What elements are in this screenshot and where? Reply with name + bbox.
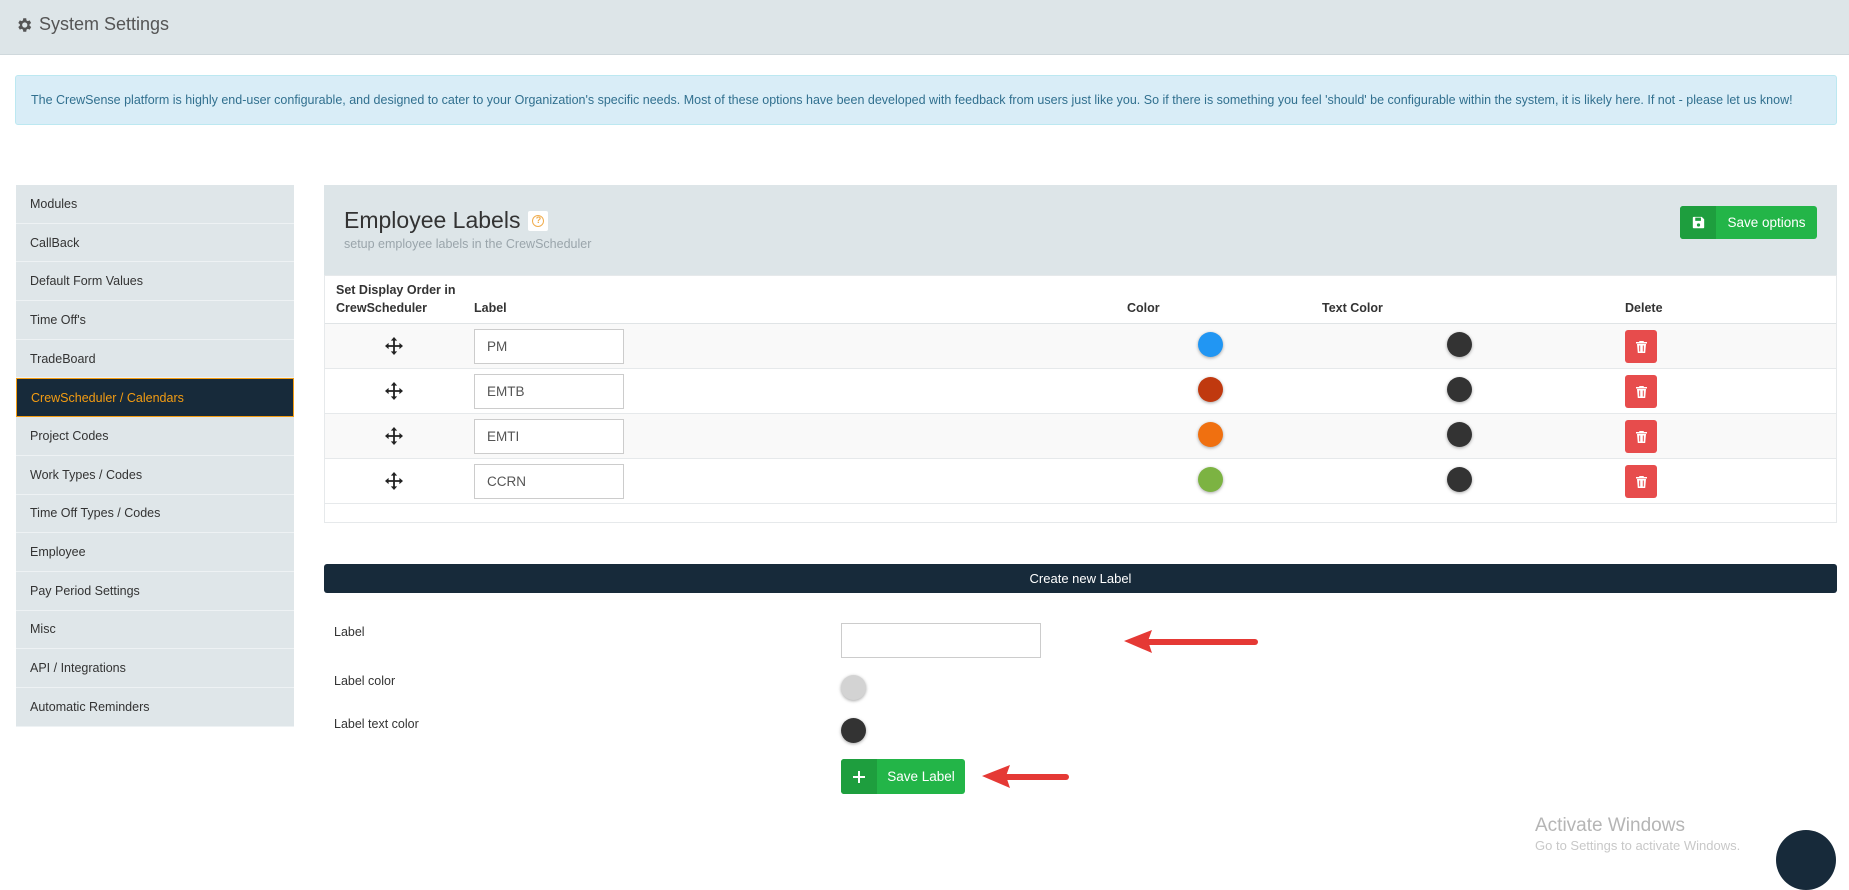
row-text-color-swatch[interactable] [1447, 377, 1472, 402]
move-icon[interactable] [385, 472, 403, 490]
panel-title: Employee Labels ? [344, 207, 549, 234]
delete-row-button[interactable] [1625, 420, 1657, 453]
move-icon[interactable] [385, 427, 403, 445]
save-options-label: Save options [1727, 215, 1806, 230]
red-arrow-annotation [1124, 630, 1258, 653]
header-color: Color [1127, 301, 1160, 315]
row-text-color-swatch[interactable] [1447, 422, 1472, 447]
move-icon[interactable] [385, 382, 403, 400]
sidebar-item-time-off-types-codes[interactable]: Time Off Types / Codes [16, 495, 294, 534]
sidebar-item-project-codes[interactable]: Project Codes [16, 417, 294, 456]
gear-icon [18, 17, 32, 32]
header-label: Label [474, 301, 507, 315]
table-row [325, 459, 1836, 504]
table-header: Set Display Order in CrewScheduler Label… [325, 276, 1836, 324]
sidebar-item-pay-period-settings[interactable]: Pay Period Settings [16, 572, 294, 611]
new-label-input[interactable] [841, 623, 1041, 658]
label-color-field-label: Label color [334, 674, 396, 688]
table-row [325, 324, 1836, 369]
create-new-label-bar: Create new Label [324, 564, 1837, 593]
sidebar-item-crewscheduler-calendars[interactable]: CrewScheduler / Calendars [16, 378, 294, 418]
panel-title-text: Employee Labels [344, 207, 521, 233]
move-icon[interactable] [385, 337, 403, 355]
sidebar-item-modules[interactable]: Modules [16, 185, 294, 224]
header-display-order: Set Display Order in CrewScheduler [336, 281, 455, 317]
sidebar-item-api-integrations[interactable]: API / Integrations [16, 649, 294, 688]
save-options-button[interactable]: Save options [1680, 206, 1817, 239]
sidebar-item-misc[interactable]: Misc [16, 611, 294, 650]
header-delete: Delete [1625, 301, 1663, 315]
sidebar-item-tradeboard[interactable]: TradeBoard [16, 340, 294, 379]
help-icon[interactable]: ? [528, 210, 549, 231]
delete-row-button[interactable] [1625, 375, 1657, 408]
save-label-button[interactable]: Save Label [841, 759, 965, 794]
labels-table: Set Display Order in CrewScheduler Label… [324, 275, 1837, 523]
row-label-input[interactable] [474, 329, 624, 364]
sidebar-item-employee[interactable]: Employee [16, 533, 294, 572]
plus-icon [841, 759, 877, 794]
top-bar: System Settings [0, 0, 1849, 55]
sidebar-item-time-off-s[interactable]: Time Off's [16, 301, 294, 340]
label-color-picker[interactable] [841, 675, 866, 700]
page-title: System Settings [15, 14, 169, 35]
panel-subtitle: setup employee labels in the CrewSchedul… [344, 237, 592, 251]
table-row [325, 369, 1836, 414]
row-text-color-swatch[interactable] [1447, 332, 1472, 357]
row-color-swatch[interactable] [1198, 377, 1223, 402]
floppy-disk-icon [1680, 206, 1716, 239]
row-label-input[interactable] [474, 419, 624, 454]
row-color-swatch[interactable] [1198, 332, 1223, 357]
sidebar-item-automatic-reminders[interactable]: Automatic Reminders [16, 688, 294, 727]
row-text-color-swatch[interactable] [1447, 467, 1472, 492]
panel-header: Employee Labels ? setup employee labels … [324, 185, 1837, 275]
activate-windows-watermark: Activate Windows [1535, 815, 1685, 836]
settings-sidebar: Modules CallBack Default Form Values Time O… [16, 185, 294, 727]
trash-icon [1635, 430, 1647, 443]
red-arrow-annotation-2 [982, 765, 1069, 788]
row-label-input[interactable] [474, 374, 624, 409]
table-row [325, 414, 1836, 459]
sidebar-item-work-types-codes[interactable]: Work Types / Codes [16, 456, 294, 495]
header-text-color: Text Color [1322, 301, 1383, 315]
sidebar-item-callback[interactable]: CallBack [16, 224, 294, 263]
label-text-color-field-label: Label text color [334, 717, 419, 731]
delete-row-button[interactable] [1625, 330, 1657, 363]
row-color-swatch[interactable] [1198, 467, 1223, 492]
chat-widget-button[interactable] [1776, 830, 1836, 890]
trash-icon [1635, 385, 1647, 398]
trash-icon [1635, 340, 1647, 353]
header-display-order-line2: CrewScheduler [336, 301, 428, 315]
sidebar-item-default-form-values[interactable]: Default Form Values [16, 262, 294, 302]
row-color-swatch[interactable] [1198, 422, 1223, 447]
info-alert: The CrewSense platform is highly end-use… [15, 75, 1837, 125]
delete-row-button[interactable] [1625, 465, 1657, 498]
activate-windows-subtext: Go to Settings to activate Windows. [1535, 838, 1741, 853]
label-text-color-picker[interactable] [841, 718, 866, 743]
save-label-text: Save Label [887, 769, 955, 784]
page-title-text: System Settings [39, 14, 170, 34]
header-display-order-line1: Set Display Order in [336, 283, 456, 297]
trash-icon [1635, 475, 1647, 488]
row-label-input[interactable] [474, 464, 624, 499]
label-field-label: Label [334, 625, 365, 639]
